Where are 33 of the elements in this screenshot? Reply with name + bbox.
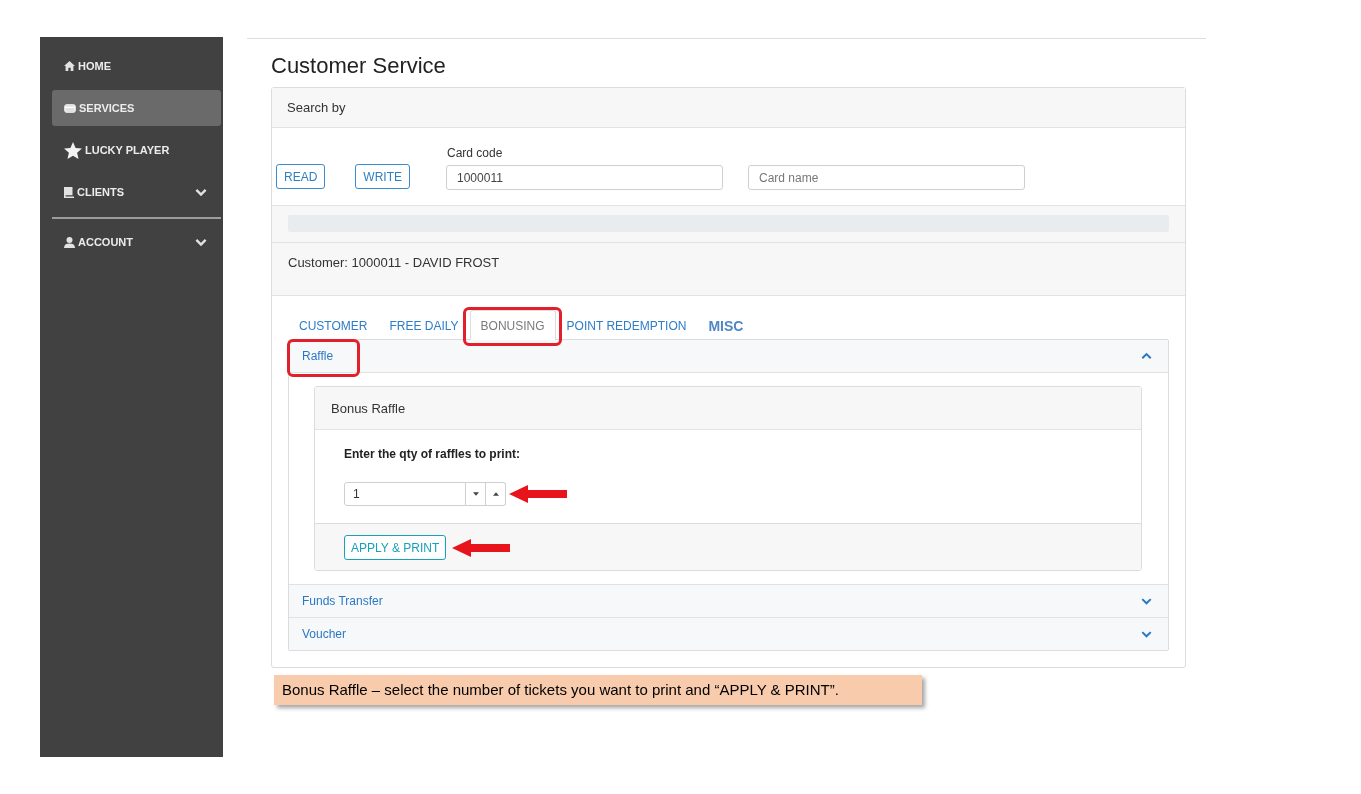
accordion-header[interactable]: Voucher bbox=[289, 618, 1168, 650]
card-code-field[interactable]: 1000011 bbox=[446, 165, 723, 190]
apply-print-button[interactable]: APPLY & PRINT bbox=[344, 535, 447, 560]
page-title: Customer Service bbox=[271, 52, 447, 80]
sidebar-item[interactable]: SERVICES bbox=[52, 90, 221, 126]
field-label: Enter the qty of raffles to print: bbox=[344, 447, 521, 462]
caret-up-icon bbox=[492, 492, 499, 496]
field-label: Card code bbox=[447, 146, 504, 160]
quantity-field[interactable]: 1 bbox=[344, 482, 466, 506]
caption-note: Bonus Raffle – select the number of tickets you want to print and “APPLY & PRINT”. bbox=[274, 675, 922, 705]
panel-heading: Bonus Raffle bbox=[315, 387, 1141, 430]
card-name-field[interactable]: Card name bbox=[748, 165, 1025, 190]
accordion-header[interactable]: Funds Transfer bbox=[289, 585, 1168, 617]
sidebar-item[interactable]: CLIENTS bbox=[52, 174, 221, 210]
action-button[interactable]: READ bbox=[276, 164, 326, 189]
customer-heading: Customer: 1000011 - DAVID FROST bbox=[272, 242, 1185, 296]
card-icon bbox=[64, 103, 76, 113]
panel-heading: Search by bbox=[272, 88, 1185, 128]
tab[interactable]: MISC bbox=[697, 310, 755, 340]
user-icon bbox=[64, 236, 75, 248]
decrement-button[interactable] bbox=[466, 482, 486, 506]
tab[interactable]: FREE DAILY bbox=[378, 310, 470, 340]
book-icon bbox=[64, 186, 74, 198]
action-button[interactable]: WRITE bbox=[355, 164, 410, 189]
tab[interactable]: CUSTOMER bbox=[288, 310, 379, 340]
tab[interactable]: POINT REDEMPTION bbox=[555, 310, 698, 340]
sidebar-item[interactable]: ACCOUNT bbox=[52, 224, 221, 260]
sidebar-item[interactable]: HOME bbox=[52, 48, 221, 84]
increment-button[interactable] bbox=[486, 482, 506, 506]
caret-down-icon bbox=[472, 492, 479, 496]
sidebar-item[interactable]: LUCKY PLAYER bbox=[52, 132, 221, 168]
home-icon bbox=[64, 61, 75, 71]
star-icon bbox=[64, 141, 82, 159]
